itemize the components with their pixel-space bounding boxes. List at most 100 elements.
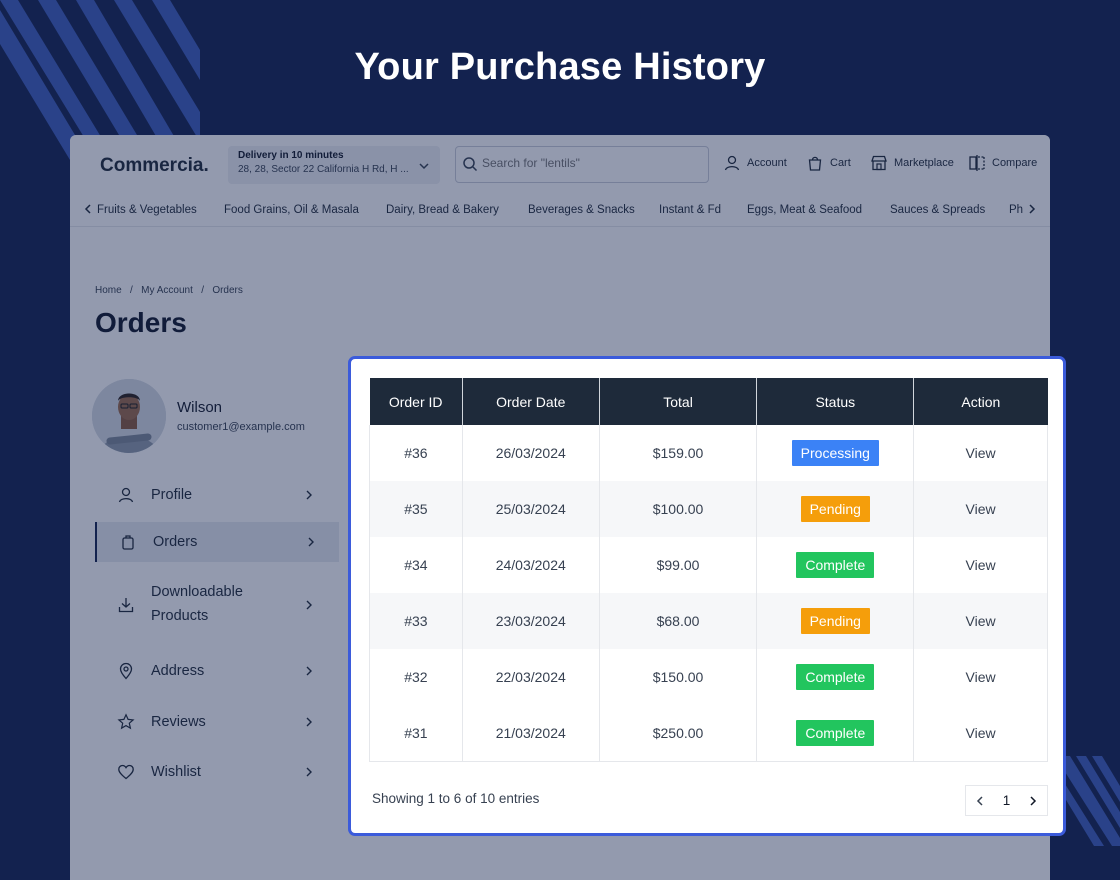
menu-item-label: Reviews — [151, 714, 206, 730]
store-icon — [871, 155, 887, 171]
order-total: $250.00 — [598, 705, 758, 762]
category-item[interactable]: Ph — [1009, 204, 1023, 216]
user-icon — [724, 155, 740, 171]
marketplace-link[interactable]: Marketplace — [870, 154, 954, 172]
delivery-title: Delivery in 10 minutes — [238, 150, 344, 161]
column-header: Status — [756, 378, 914, 425]
breadcrumb-separator: / — [130, 285, 133, 296]
orders-table: Order ID Order Date Total Status Action … — [369, 378, 1048, 762]
account-link[interactable]: Account — [723, 154, 787, 172]
order-total: $159.00 — [598, 425, 758, 481]
category-bar: Fruits & Vegetables Food Grains, Oil & M… — [70, 193, 1050, 227]
site-logo[interactable]: Commercia. — [100, 155, 209, 177]
menu-item-label: Address — [151, 663, 205, 679]
decorative-stripes-icon — [1060, 756, 1120, 846]
breadcrumb-home[interactable]: Home — [95, 285, 122, 296]
status-badge: Complete — [796, 664, 875, 690]
user-email: customer1@example.com — [177, 421, 305, 433]
order-total: $100.00 — [598, 481, 758, 537]
order-id: #32 — [369, 649, 463, 705]
compare-link[interactable]: Compare — [968, 154, 1037, 172]
menu-item-orders[interactable]: Orders — [95, 522, 339, 562]
order-id: #33 — [369, 593, 463, 649]
delivery-address: 28, 28, Sector 22 California H Rd, H ... — [238, 164, 409, 175]
search-icon — [463, 157, 478, 172]
chevron-left-icon[interactable] — [974, 795, 986, 807]
menu-item-wishlist[interactable]: Wishlist — [95, 752, 339, 792]
table-row: #35 25/03/2024 $100.00 Pending View — [369, 481, 1048, 537]
chevron-left-icon[interactable] — [82, 203, 94, 215]
menu-item-address[interactable]: Address — [95, 651, 339, 691]
column-header: Order Date — [461, 378, 600, 425]
chevron-right-icon — [306, 666, 312, 676]
download-icon — [118, 598, 134, 613]
status-badge: Pending — [800, 496, 870, 522]
category-item[interactable]: Sauces & Spreads — [890, 204, 985, 216]
view-link[interactable]: View — [913, 593, 1048, 649]
avatar — [92, 379, 166, 453]
order-date: 25/03/2024 — [461, 481, 600, 537]
category-item[interactable]: Eggs, Meat & Seafood — [747, 204, 862, 216]
site-header: Commercia. Delivery in 10 minutes 28, 28… — [70, 135, 1050, 193]
order-id: #35 — [369, 481, 463, 537]
column-header: Order ID — [369, 378, 463, 425]
status-badge: Complete — [796, 552, 875, 578]
order-total: $150.00 — [598, 649, 758, 705]
order-status-cell: Pending — [756, 481, 915, 537]
column-header: Action — [913, 378, 1048, 425]
cart-label: Cart — [830, 157, 851, 169]
category-item[interactable]: Fruits & Vegetables — [97, 204, 197, 216]
table-row: #36 26/03/2024 $159.00 Processing View — [369, 425, 1048, 481]
page-title: Orders — [95, 307, 187, 338]
view-link[interactable]: View — [913, 481, 1048, 537]
user-name: Wilson — [177, 399, 223, 416]
hero-title: Your Purchase History — [354, 46, 766, 88]
order-date: 24/03/2024 — [461, 537, 600, 593]
search-input[interactable] — [482, 156, 702, 170]
order-date: 21/03/2024 — [461, 705, 600, 762]
account-label: Account — [747, 157, 787, 169]
table-header-row: Order ID Order Date Total Status Action — [369, 378, 1048, 425]
view-link[interactable]: View — [913, 425, 1048, 481]
chevron-right-icon — [306, 490, 312, 500]
chevron-right-icon[interactable] — [1026, 203, 1038, 215]
menu-item-downloadable-products[interactable]: Downloadable Products — [95, 577, 339, 633]
menu-item-label: Wishlist — [151, 764, 201, 780]
chevron-right-icon[interactable] — [1027, 795, 1039, 807]
menu-item-label: Downloadable Products — [151, 580, 243, 628]
cart-link[interactable]: Cart — [806, 154, 851, 172]
category-item[interactable]: Food Grains, Oil & Masala — [224, 204, 359, 216]
marketplace-label: Marketplace — [894, 157, 954, 169]
chevron-right-icon — [306, 600, 312, 610]
delivery-selector[interactable]: Delivery in 10 minutes 28, 28, Sector 22… — [228, 146, 440, 184]
category-item[interactable]: Beverages & Snacks — [528, 204, 635, 216]
menu-item-reviews[interactable]: Reviews — [95, 702, 339, 742]
order-total: $99.00 — [598, 537, 758, 593]
status-badge: Pending — [800, 608, 870, 634]
category-item[interactable]: Dairy, Bread & Bakery — [386, 204, 499, 216]
bag-icon — [808, 156, 822, 171]
order-date: 23/03/2024 — [461, 593, 600, 649]
menu-item-label: Profile — [151, 487, 193, 503]
order-id: #31 — [369, 705, 463, 762]
menu-item-profile[interactable]: Profile — [95, 475, 339, 515]
view-link[interactable]: View — [913, 705, 1048, 762]
search-box[interactable] — [455, 146, 709, 183]
entries-summary: Showing 1 to 6 of 10 entries — [372, 791, 540, 806]
menu-item-label: Orders — [153, 534, 198, 550]
menu-item-label-line1: Downloadable — [151, 584, 243, 600]
view-link[interactable]: View — [913, 649, 1048, 705]
column-header: Total — [598, 378, 757, 425]
order-status-cell: Pending — [756, 593, 915, 649]
chevron-right-icon — [306, 717, 312, 727]
table-row: #32 22/03/2024 $150.00 Complete View — [369, 649, 1048, 705]
compare-icon — [969, 155, 985, 171]
user-icon — [118, 487, 134, 503]
orders-card: Order ID Order Date Total Status Action … — [348, 356, 1066, 836]
avatar-icon — [92, 379, 166, 453]
view-link[interactable]: View — [913, 537, 1048, 593]
order-id: #36 — [369, 425, 463, 481]
page-number[interactable]: 1 — [1003, 793, 1011, 808]
breadcrumb-account[interactable]: My Account — [141, 285, 193, 296]
category-item[interactable]: Instant & Fd — [659, 204, 721, 216]
